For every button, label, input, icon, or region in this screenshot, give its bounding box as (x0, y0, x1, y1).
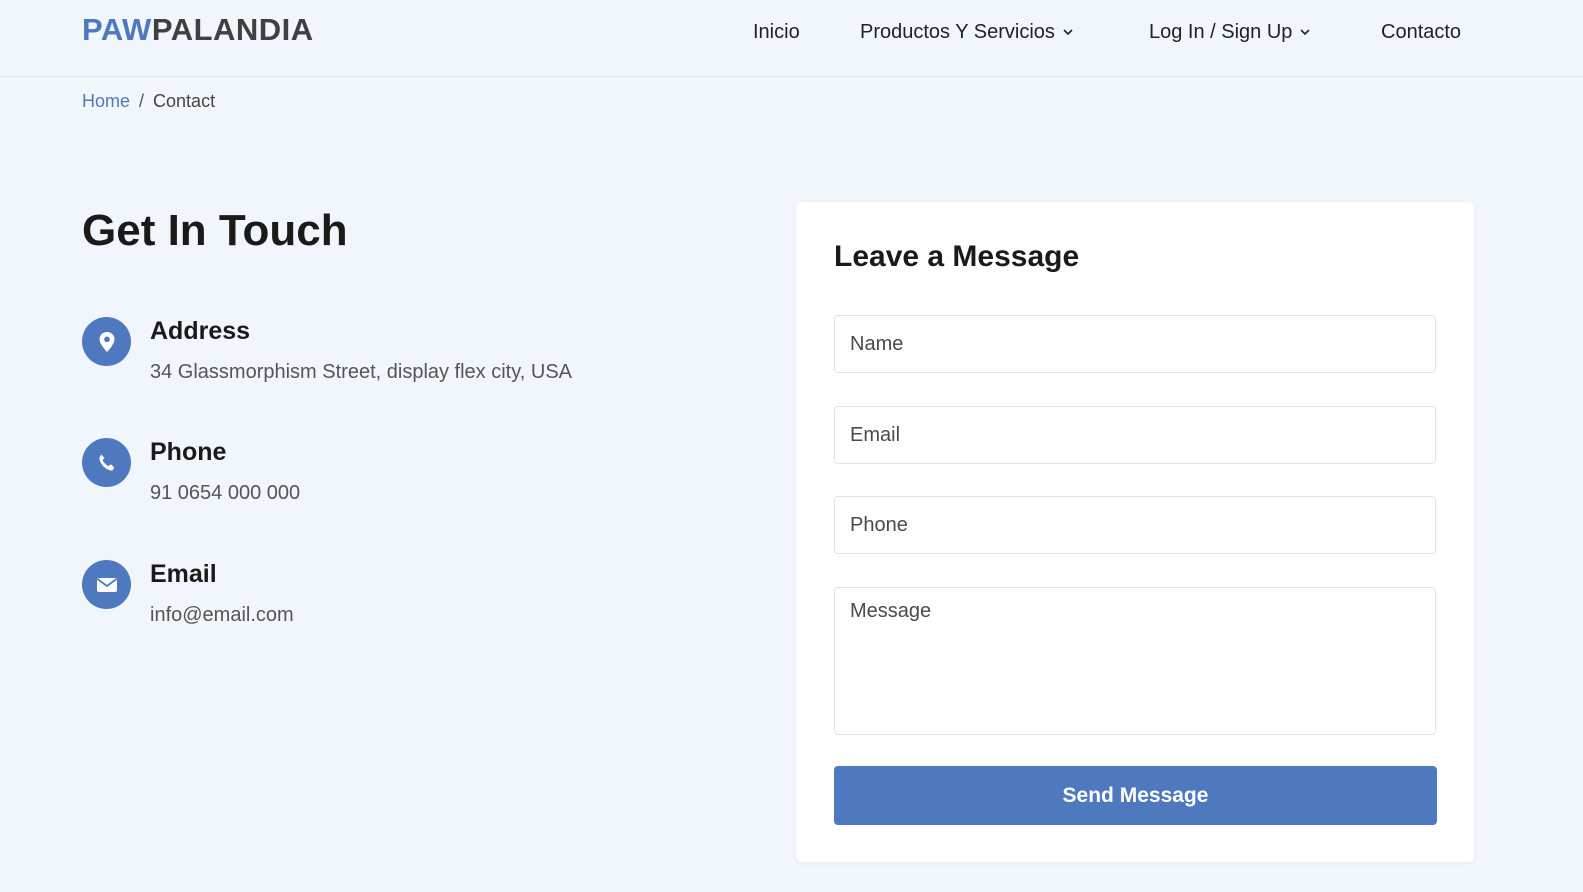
contact-item-text: 91 0654 000 000 (150, 482, 301, 504)
map-pin-icon (82, 317, 131, 366)
chevron-down-icon (1063, 29, 1073, 36)
nav-link-contacto[interactable]: Contacto (1381, 18, 1461, 46)
email-input[interactable] (835, 407, 1435, 463)
nav-dropdown-login[interactable]: Log In / Sign Up (1149, 18, 1311, 46)
breadcrumb-current: Contact (153, 91, 216, 111)
send-message-button[interactable]: Send Message (834, 766, 1437, 825)
contact-item-text: info@email.com (150, 604, 294, 626)
contact-item-text: 34 Glassmorphism Street, display flex ci… (150, 361, 572, 383)
form-title: Leave a Message (834, 240, 1080, 273)
nav-dropdown-productos-label: Productos Y Servicios (860, 20, 1055, 43)
top-navbar: PAWPALANDIA Inicio Productos Y Servicios… (0, 0, 1583, 77)
brand-logo-part1: PAW (82, 12, 152, 47)
envelope-icon (82, 560, 131, 609)
message-form-card: Leave a Message Send Message (796, 202, 1474, 862)
contact-item-title: Address (150, 317, 251, 345)
chevron-down-icon (1300, 29, 1311, 36)
message-field-wrapper (834, 587, 1436, 735)
message-textarea[interactable] (835, 588, 1435, 734)
breadcrumb: Home / Contact (82, 91, 215, 112)
nav-dropdown-login-label: Log In / Sign Up (1149, 20, 1293, 43)
nav-link-inicio[interactable]: Inicio (753, 18, 800, 46)
name-input[interactable] (835, 316, 1435, 372)
nav-dropdown-productos[interactable]: Productos Y Servicios (860, 18, 1073, 46)
brand-logo[interactable]: PAWPALANDIA (82, 12, 314, 48)
contact-heading: Get In Touch (82, 206, 348, 255)
name-field-wrapper (834, 315, 1436, 373)
contact-item-title: Email (150, 560, 217, 588)
email-field-wrapper (834, 406, 1436, 464)
nav-link-inicio-label: Inicio (753, 20, 800, 43)
nav-link-contacto-label: Contacto (1381, 20, 1462, 43)
brand-logo-part2: PALANDIA (151, 12, 314, 47)
breadcrumb-separator: / (139, 91, 145, 111)
breadcrumb-home-link[interactable]: Home (82, 91, 130, 111)
contact-item-title: Phone (150, 438, 227, 466)
phone-icon (82, 438, 131, 487)
phone-input[interactable] (835, 497, 1435, 553)
phone-field-wrapper (834, 496, 1436, 554)
